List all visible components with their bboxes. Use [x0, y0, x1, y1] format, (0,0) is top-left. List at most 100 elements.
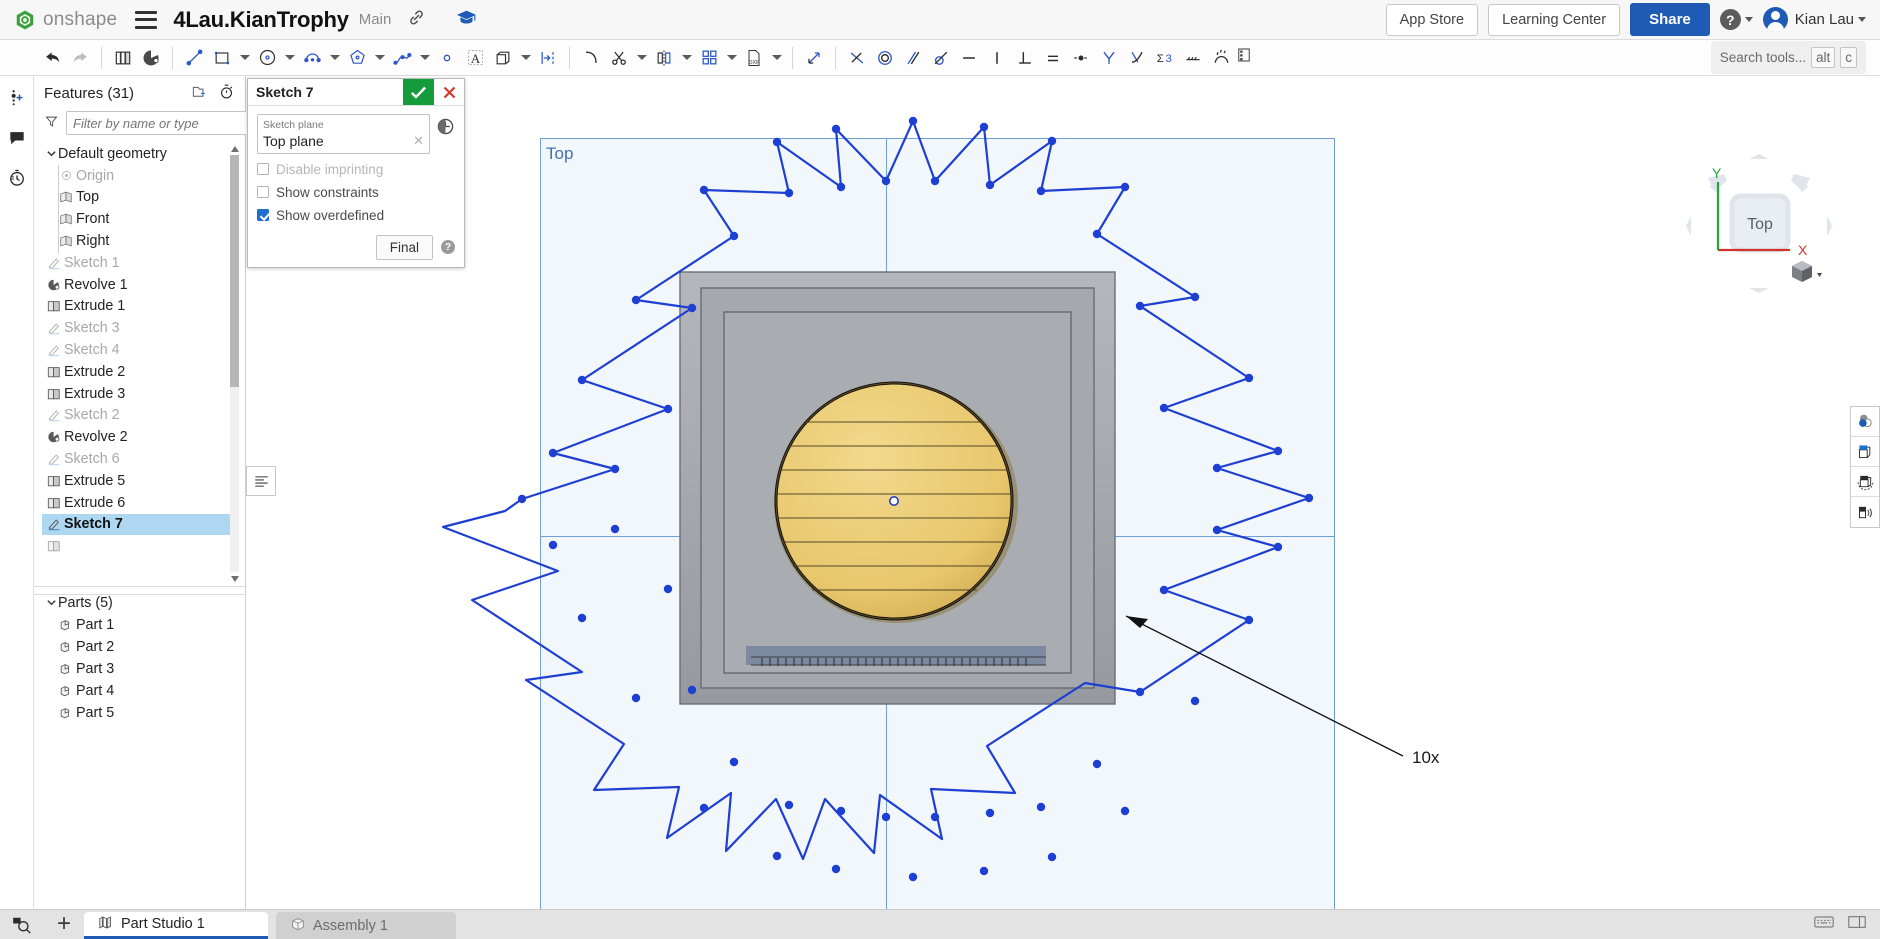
pattern-dropdown-icon[interactable]: [723, 44, 740, 72]
clear-x-icon[interactable]: ✕: [413, 133, 424, 149]
search-tools-button[interactable]: Search tools... alt c: [1710, 40, 1866, 75]
tab-assembly-1[interactable]: Assembly 1: [276, 912, 456, 939]
chevron-down-icon[interactable]: [44, 148, 58, 159]
midpoint-icon[interactable]: [1067, 44, 1095, 72]
tree-item-right[interactable]: Right: [42, 230, 245, 252]
tree-item-top[interactable]: Top: [42, 187, 245, 209]
tree-item-extrude-3[interactable]: Extrude 3: [42, 383, 245, 405]
constraint-sum-icon[interactable]: Σ 3: [1151, 44, 1179, 72]
polygon-icon[interactable]: [343, 44, 371, 72]
mirror-dropdown-icon[interactable]: [678, 44, 695, 72]
line-icon[interactable]: [180, 44, 208, 72]
dimension-icon[interactable]: [800, 44, 828, 72]
display-style-icon[interactable]: [1851, 407, 1879, 437]
rectangle-dropdown-icon[interactable]: [236, 44, 253, 72]
tree-item-sketch-1[interactable]: Sketch 1: [42, 252, 245, 274]
part-item-part-4[interactable]: Part 4: [42, 680, 245, 702]
add-tab-button[interactable]: +: [44, 909, 84, 939]
tree-item-revolve-2[interactable]: Revolve 2: [42, 426, 245, 448]
parallel-icon[interactable]: [899, 44, 927, 72]
part-item-part-5[interactable]: Part 5: [42, 702, 245, 724]
dxf-dropdown-icon[interactable]: [768, 44, 785, 72]
add-feature-icon[interactable]: [5, 86, 29, 110]
tree-item-front[interactable]: Front: [42, 208, 245, 230]
tree-item-extrude-5[interactable]: Extrude 5: [42, 470, 245, 492]
tree-item-partial[interactable]: [42, 535, 245, 557]
link-icon[interactable]: [407, 8, 426, 32]
stopwatch-icon[interactable]: [218, 83, 235, 104]
dxf-import-icon[interactable]: DXF: [740, 44, 768, 72]
polygon-dropdown-icon[interactable]: [371, 44, 388, 72]
checkmark-icon[interactable]: [403, 79, 434, 105]
default-geometry-group[interactable]: Default geometry: [42, 143, 245, 165]
concentric-icon[interactable]: [871, 44, 899, 72]
new-folder-icon[interactable]: [191, 84, 208, 103]
app-store-button[interactable]: App Store: [1385, 3, 1479, 36]
part-item-part-3[interactable]: Part 3: [42, 658, 245, 680]
arc-constraint-icon[interactable]: [1207, 44, 1235, 72]
history-icon[interactable]: [5, 166, 29, 190]
sketch-list-button[interactable]: [246, 466, 276, 496]
checkbox-disable-imprinting[interactable]: [257, 163, 269, 176]
parts-group-header[interactable]: Parts (5): [42, 592, 245, 614]
filter-icon[interactable]: [44, 114, 59, 133]
tab-part-studio-1[interactable]: Part Studio 1: [84, 912, 268, 939]
point-icon[interactable]: [433, 44, 461, 72]
checkbox-show-overdefined[interactable]: [257, 209, 269, 222]
checkbox-row-disable-imprinting[interactable]: Disable imprinting: [257, 162, 455, 177]
tree-item-sketch-3[interactable]: Sketch 3: [42, 317, 245, 339]
final-button[interactable]: Final: [375, 234, 433, 260]
rectangle-icon[interactable]: [208, 44, 236, 72]
user-menu[interactable]: Kian Lau: [1762, 7, 1866, 32]
checkbox-row-show-overdefined[interactable]: Show overdefined: [257, 208, 455, 223]
arc-dropdown-icon[interactable]: [326, 44, 343, 72]
measure-icon[interactable]: [0, 909, 44, 939]
arc-icon[interactable]: [298, 44, 326, 72]
section-view-icon[interactable]: [1851, 437, 1879, 467]
linear-pattern-icon[interactable]: [695, 44, 723, 72]
fillet-icon[interactable]: [577, 44, 605, 72]
tree-item-extrude-2[interactable]: Extrude 2: [42, 361, 245, 383]
construction-icon[interactable]: [1179, 44, 1207, 72]
circle-dropdown-icon[interactable]: [281, 44, 298, 72]
explode-view-icon[interactable]: [1851, 497, 1879, 527]
spline-dropdown-icon[interactable]: [416, 44, 433, 72]
onshape-logo-icon[interactable]: [14, 9, 36, 31]
learning-center-button[interactable]: Learning Center: [1488, 3, 1621, 36]
tree-scroll-thumb[interactable]: [230, 155, 239, 387]
graduation-cap-icon[interactable]: [456, 8, 477, 32]
help-menu[interactable]: ?: [1719, 9, 1753, 30]
keyboard-icon[interactable]: [1814, 915, 1834, 934]
comment-icon[interactable]: [5, 126, 29, 150]
scroll-down-icon[interactable]: [230, 573, 239, 584]
checkbox-show-constraints[interactable]: [257, 186, 269, 199]
circle-icon[interactable]: [253, 44, 281, 72]
tree-scrollbar[interactable]: [230, 143, 239, 584]
question-icon[interactable]: ?: [441, 240, 455, 255]
symmetric-icon[interactable]: [1095, 44, 1123, 72]
coincident-icon[interactable]: [843, 44, 871, 72]
sketch-entity-icon[interactable]: [137, 44, 165, 72]
text-icon[interactable]: A: [461, 44, 489, 72]
tree-item-sketch-4[interactable]: Sketch 4: [42, 339, 245, 361]
toolbar-overflow-icon[interactable]: [1235, 46, 1253, 69]
tree-item-origin[interactable]: Origin: [42, 165, 245, 187]
menu-hamburger-icon[interactable]: [135, 10, 158, 29]
part-item-part-1[interactable]: Part 1: [42, 614, 245, 636]
tree-item-sketch-2[interactable]: Sketch 2: [42, 405, 245, 427]
share-button[interactable]: Share: [1630, 3, 1710, 36]
sketch-plane-field[interactable]: Sketch plane Top plane ✕: [257, 114, 430, 154]
trim-icon[interactable]: [605, 44, 633, 72]
view-cube-icon[interactable]: [1792, 261, 1812, 282]
perpendicular-icon[interactable]: [1011, 44, 1039, 72]
spline-icon[interactable]: [388, 44, 416, 72]
graphics-canvas[interactable]: Top 10x Top X Y: [246, 76, 1880, 919]
copy-icon[interactable]: [109, 44, 137, 72]
features-filter-input[interactable]: [66, 111, 258, 135]
curvature-icon[interactable]: [1123, 44, 1151, 72]
tree-item-sketch-7[interactable]: Sketch 7: [42, 513, 231, 536]
horizontal-icon[interactable]: [955, 44, 983, 72]
tree-item-extrude-6[interactable]: Extrude 6: [42, 492, 245, 514]
chevron-down-icon[interactable]: [44, 597, 58, 608]
panel-toggle-icon[interactable]: [1848, 915, 1866, 934]
